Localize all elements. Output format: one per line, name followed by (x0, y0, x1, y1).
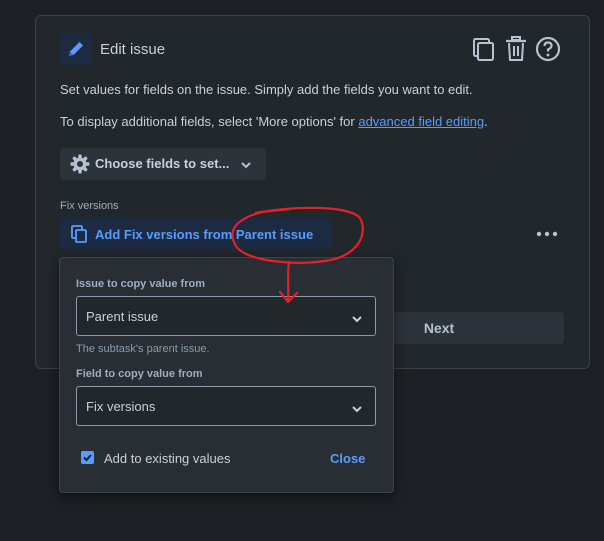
page-title: Edit issue (100, 41, 166, 58)
help-icon[interactable] (535, 36, 561, 67)
add-to-existing-checkbox[interactable] (81, 451, 94, 464)
close-button[interactable]: Close (330, 451, 365, 466)
choose-fields-label: Choose fields to set... (95, 156, 230, 171)
add-to-existing-label: Add to existing values (104, 451, 231, 466)
add-fix-versions-label: Add Fix versions from Parent issue (95, 227, 314, 242)
advanced-editing-suffix: . (484, 114, 488, 129)
checkmark-icon (83, 454, 92, 462)
chevron-down-icon (240, 158, 252, 176)
pencil-icon (60, 33, 92, 65)
advanced-field-editing-link[interactable]: advanced field editing (358, 114, 484, 129)
chevron-down-icon (351, 402, 363, 420)
copy-icon (71, 225, 89, 248)
field-source-label: Field to copy value from (76, 368, 203, 380)
issue-source-select[interactable]: Parent issue (76, 296, 376, 336)
copy-icon[interactable] (472, 36, 496, 67)
more-options-icon[interactable] (535, 226, 559, 247)
intro-text: Set values for fields on the issue. Simp… (60, 82, 473, 97)
field-source-select[interactable]: Fix versions (76, 386, 376, 426)
advanced-editing-prefix: To display additional fields, select 'Mo… (60, 114, 359, 129)
next-button-label: Next (423, 320, 455, 336)
issue-source-label: Issue to copy value from (76, 278, 205, 290)
trash-icon[interactable] (505, 36, 527, 67)
issue-source-value: Parent issue (86, 309, 159, 324)
issue-source-helper: The subtask's parent issue. (76, 343, 210, 355)
choose-fields-button[interactable]: Choose fields to set... (60, 148, 266, 180)
chevron-down-icon (351, 312, 363, 330)
gear-icon (70, 154, 90, 179)
advanced-editing-text: To display additional fields, select 'Mo… (60, 114, 488, 129)
field-source-value: Fix versions (86, 399, 156, 414)
add-fix-versions-button[interactable]: Add Fix versions from Parent issue (60, 218, 332, 250)
fix-versions-label: Fix versions (60, 200, 119, 212)
